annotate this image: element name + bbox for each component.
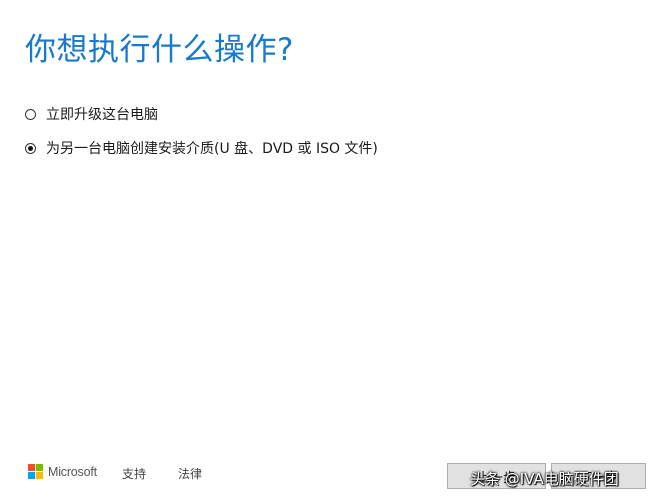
- next-button[interactable]: 下一步: [551, 463, 646, 489]
- support-link[interactable]: 支持: [122, 465, 146, 482]
- option-label: 立即升级这台电脑: [46, 107, 158, 123]
- back-button[interactable]: 上一步: [447, 463, 546, 489]
- microsoft-wordmark: Microsoft: [48, 464, 97, 479]
- option-create-install-media[interactable]: 为另一台电脑创建安装介质(U 盘、DVD 或 ISO 文件): [25, 136, 378, 160]
- page-title: 你想执行什么操作?: [25, 32, 294, 68]
- footer-bar: Microsoft 支持 法律 上一步 下一步 头条 @IVA电脑硬件团: [0, 455, 665, 502]
- operation-options: 立即升级这台电脑 为另一台电脑创建安装介质(U 盘、DVD 或 ISO 文件): [25, 102, 378, 170]
- microsoft-logo-icon: [28, 464, 43, 479]
- microsoft-logo: Microsoft: [28, 464, 97, 479]
- radio-selected-icon[interactable]: [25, 142, 36, 154]
- media-creation-tool-window: 你想执行什么操作? 立即升级这台电脑 为另一台电脑创建安装介质(U 盘、DVD …: [0, 0, 665, 502]
- option-upgrade-this-pc[interactable]: 立即升级这台电脑: [25, 102, 378, 126]
- legal-link[interactable]: 法律: [178, 465, 202, 482]
- radio-dot-icon: [28, 145, 33, 151]
- radio-unselected-icon[interactable]: [25, 108, 36, 120]
- option-label: 为另一台电脑创建安装介质(U 盘、DVD 或 ISO 文件): [46, 141, 378, 157]
